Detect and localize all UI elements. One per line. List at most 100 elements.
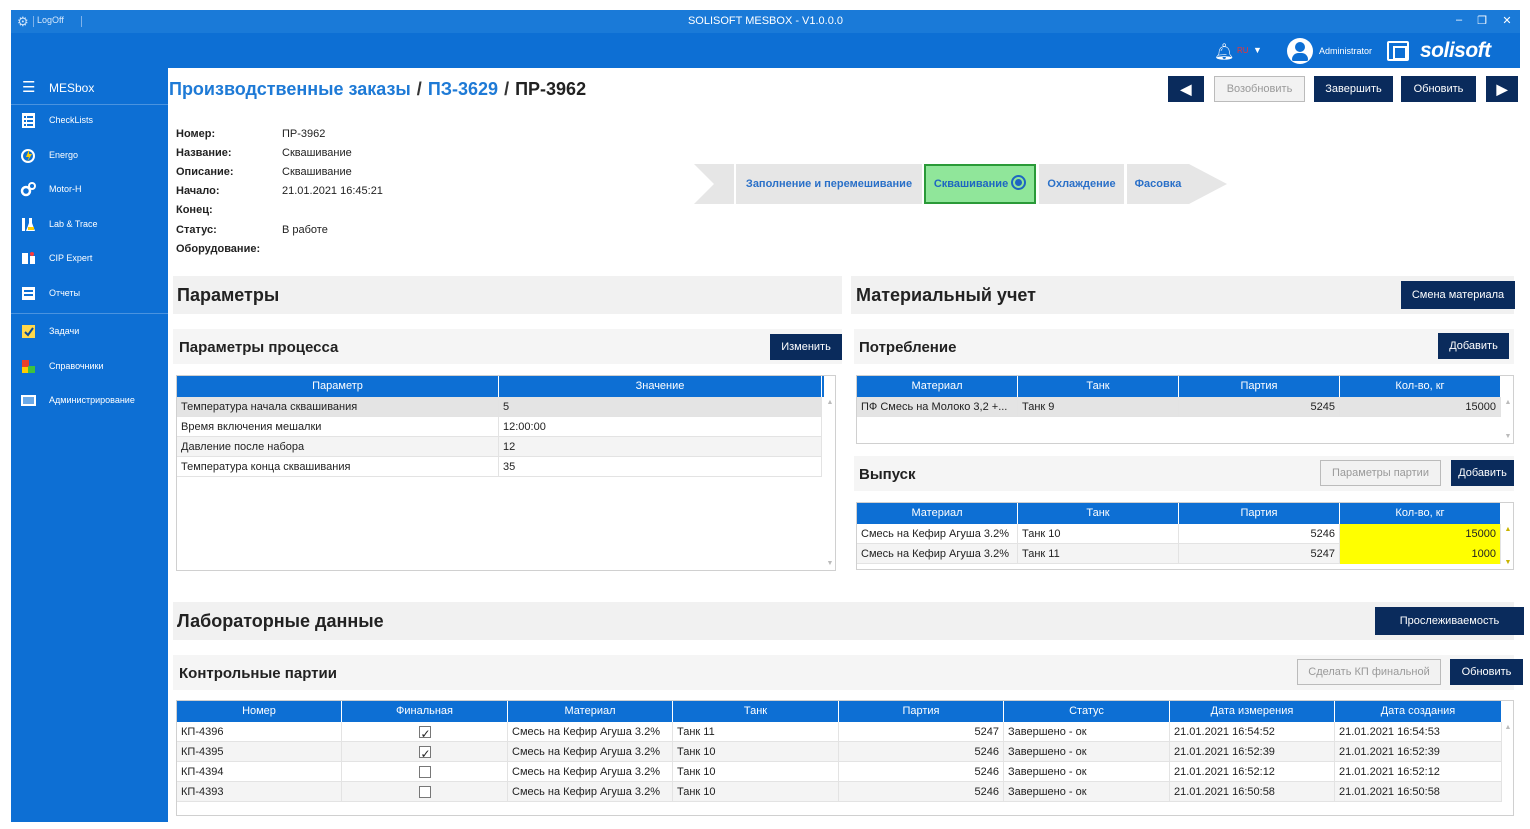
sidebar-item-checklists[interactable]: CheckLists — [11, 106, 168, 136]
consumption-scrollbar[interactable]: ▲ ▼ — [1503, 397, 1513, 442]
sidebar-item-motor-h[interactable]: Motor-H — [11, 175, 168, 205]
traceability-button[interactable]: Прослеживаемость — [1375, 607, 1524, 635]
table-cell: КП-4395 — [177, 742, 342, 762]
sidebar-item-cip-expert[interactable]: CIP Expert — [11, 244, 168, 274]
scroll-up-icon[interactable]: ▲ — [1503, 399, 1513, 406]
column-header[interactable]: Партия — [839, 701, 1004, 722]
section-title: Материальный учет — [856, 285, 1036, 305]
breadcrumb-root-link[interactable]: Производственные заказы — [169, 79, 411, 99]
table-row[interactable]: Смесь на Кефир Агуша 3.2% Танк 11 5247 1… — [857, 544, 1501, 564]
output-scrollbar[interactable]: ▲ ▼ — [1503, 524, 1513, 568]
table-cell[interactable]: 12 — [499, 437, 822, 457]
subsection-title: Потребление — [859, 339, 957, 356]
language-flag[interactable]: RU — [1237, 46, 1249, 55]
scroll-up-icon[interactable]: ▲ — [1503, 526, 1513, 533]
column-header[interactable]: Танк — [1018, 376, 1179, 397]
sidebar-item-administration[interactable]: Администрирование — [11, 386, 168, 416]
add-consumption-button[interactable]: Добавить — [1438, 333, 1509, 359]
table-row[interactable]: Смесь на Кефир Агуша 3.2% Танк 10 5246 1… — [857, 524, 1501, 544]
table-cell: 5246 — [839, 782, 1004, 802]
scroll-up-icon[interactable]: ▲ — [1503, 724, 1513, 731]
forward-button[interactable]: ▶ — [1486, 76, 1518, 102]
control-batches-scrollbar[interactable]: ▲ — [1503, 722, 1513, 814]
column-header[interactable]: Статус — [1004, 701, 1170, 722]
info-value: Сквашивание — [282, 147, 352, 159]
column-header[interactable]: Параметр — [177, 376, 499, 397]
stage-packing[interactable]: Фасовка — [1127, 164, 1189, 204]
column-header[interactable]: Номер — [177, 701, 342, 722]
batch-params-button[interactable]: Параметры партии — [1320, 460, 1441, 486]
stage-fill-mix[interactable]: Заполнение и перемешивание — [736, 164, 922, 204]
sidebar-item-tasks[interactable]: Задачи — [11, 317, 168, 347]
table-cell[interactable]: 5 — [499, 397, 822, 417]
column-header[interactable]: Партия — [1179, 376, 1340, 397]
final-checkbox[interactable] — [418, 724, 431, 742]
column-header[interactable]: Материал — [857, 503, 1018, 524]
breadcrumb-parent-link[interactable]: ПЗ-3629 — [428, 79, 498, 99]
table-row[interactable]: Время включения мешалки 12:00:00 — [177, 417, 822, 437]
table-row[interactable]: КП-4393 Смесь на Кефир Агуша 3.2% Танк 1… — [177, 782, 1502, 802]
params-scrollbar[interactable]: ▲ ▼ — [825, 397, 835, 569]
table-row[interactable]: КП-4394 Смесь на Кефир Агуша 3.2% Танк 1… — [177, 762, 1502, 782]
stage-cooling[interactable]: Охлаждение — [1039, 164, 1124, 204]
scroll-down-icon[interactable]: ▼ — [1503, 433, 1513, 440]
table-cell: 15000 — [1340, 397, 1501, 417]
sidebar-item-label: CheckLists — [49, 115, 94, 125]
stage-fermentation[interactable]: Сквашивание — [924, 164, 1036, 204]
column-header[interactable]: Танк — [1018, 503, 1179, 524]
column-header[interactable]: Дата создания — [1335, 701, 1502, 722]
table-row[interactable]: Температура начала сквашивания 5 — [177, 397, 822, 417]
column-header[interactable]: Материал — [508, 701, 673, 722]
column-header[interactable]: Значение — [499, 376, 822, 397]
table-row[interactable]: ПФ Смесь на Молоко 3,2 +... Танк 9 5245 … — [857, 397, 1501, 417]
column-header[interactable]: Партия — [1179, 503, 1340, 524]
sidebar-item-lab-trace[interactable]: Lab & Trace — [11, 210, 168, 240]
refresh-button[interactable]: Обновить — [1401, 76, 1476, 102]
column-header[interactable]: Финальная — [342, 701, 508, 722]
resume-button[interactable]: Возобновить — [1214, 76, 1305, 102]
chevron-down-icon[interactable]: ▼ — [1253, 45, 1262, 55]
table-cell-highlighted[interactable]: 1000 — [1340, 544, 1501, 564]
scroll-down-icon[interactable]: ▼ — [825, 560, 835, 567]
table-cell: Температура конца сквашивания — [177, 457, 499, 477]
close-button[interactable]: ✕ — [1499, 14, 1515, 27]
sidebar-item-directories[interactable]: Справочники — [11, 352, 168, 382]
table-row[interactable]: Давление после набора 12 — [177, 437, 822, 457]
breadcrumb-separator: / — [504, 79, 510, 99]
final-checkbox[interactable] — [418, 766, 431, 779]
restore-button[interactable]: ❐ — [1474, 14, 1490, 27]
sidebar-item-reports[interactable]: Отчеты — [11, 279, 168, 309]
table-cell[interactable]: 35 — [499, 457, 822, 477]
stage-label: Фасовка — [1134, 178, 1182, 190]
column-header[interactable]: Танк — [673, 701, 839, 722]
edit-params-button[interactable]: Изменить — [770, 334, 842, 360]
user-name[interactable]: Administrator — [1319, 46, 1372, 56]
hamburger-menu-icon[interactable]: ☰ — [22, 78, 35, 96]
scroll-up-icon[interactable]: ▲ — [825, 399, 835, 406]
back-button[interactable]: ◀ — [1168, 76, 1204, 102]
gears-icon — [20, 182, 36, 197]
minimize-button[interactable]: – — [1451, 14, 1467, 26]
column-header[interactable]: Кол-во, кг — [1340, 503, 1501, 524]
column-header[interactable]: Дата измерения — [1170, 701, 1335, 722]
final-checkbox[interactable] — [418, 786, 431, 799]
table-cell-highlighted[interactable]: 15000 — [1340, 524, 1501, 544]
table-cell[interactable]: 12:00:00 — [499, 417, 822, 437]
user-avatar-icon[interactable] — [1287, 38, 1313, 64]
fullscreen-icon[interactable] — [1387, 41, 1409, 61]
change-material-button[interactable]: Смена материала — [1401, 281, 1515, 309]
make-final-button[interactable]: Сделать КП финальной — [1297, 659, 1441, 685]
finish-button[interactable]: Завершить — [1314, 76, 1393, 102]
column-header[interactable]: Кол-во, кг — [1340, 376, 1501, 397]
circle-arrow-left-icon: ◀ — [1180, 81, 1192, 97]
final-checkbox[interactable] — [418, 744, 431, 762]
notification-bell-icon[interactable]: 🔔︎ — [1214, 42, 1234, 62]
scroll-down-icon[interactable]: ▼ — [1503, 559, 1513, 566]
table-row[interactable]: Температура конца сквашивания 35 — [177, 457, 822, 477]
column-header[interactable]: Материал — [857, 376, 1018, 397]
table-row[interactable]: КП-4396 Смесь на Кефир Агуша 3.2% Танк 1… — [177, 722, 1502, 742]
refresh-batches-button[interactable]: Обновить — [1450, 659, 1523, 685]
add-output-button[interactable]: Добавить — [1451, 460, 1514, 486]
sidebar-item-energo[interactable]: Energo — [11, 141, 168, 171]
table-row[interactable]: КП-4395 Смесь на Кефир Агуша 3.2% Танк 1… — [177, 742, 1502, 762]
